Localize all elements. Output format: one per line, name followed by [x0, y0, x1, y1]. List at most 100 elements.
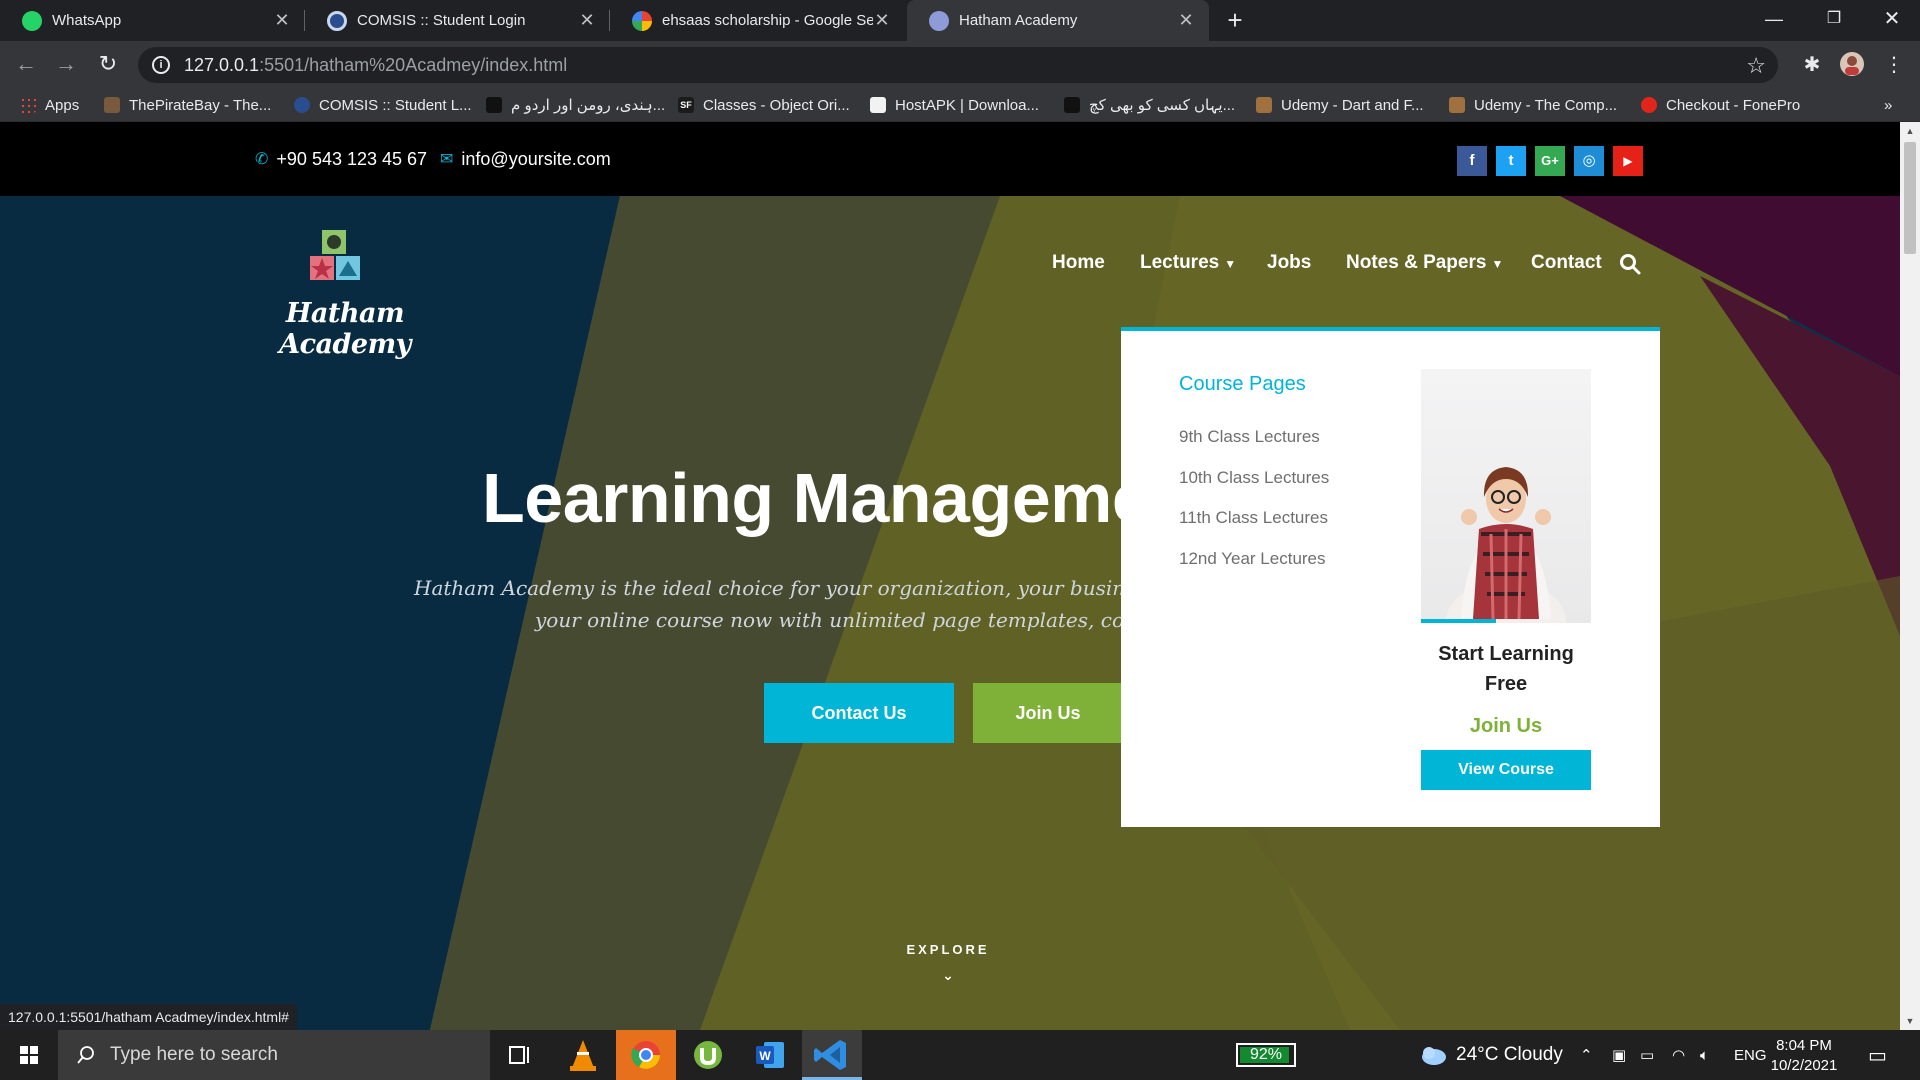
bookmark-item[interactable]: SF Classes - Object Ori...: [678, 88, 850, 122]
dropdown-item-10th[interactable]: 10th Class Lectures: [1179, 468, 1329, 488]
email-contact[interactable]: ✉ info@yoursite.com: [440, 122, 611, 196]
google-plus-icon[interactable]: G+: [1535, 146, 1565, 176]
word-icon[interactable]: W: [740, 1030, 800, 1080]
bookmarks-bar: Apps ThePirateBay - The... COMSIS :: Stu…: [0, 88, 1920, 122]
search-icon: [77, 1046, 94, 1064]
clock[interactable]: 8:04 PM 10/2/2021: [1762, 1036, 1846, 1076]
taskbar-search-input[interactable]: Type here to search: [58, 1030, 490, 1080]
address-bar[interactable]: i 127.0.0.1:5501/hatham%20Acadmey/index.…: [138, 47, 1778, 83]
pirate-icon: [104, 97, 120, 113]
view-course-button[interactable]: View Course: [1421, 750, 1591, 790]
nav-home[interactable]: Home: [1052, 252, 1105, 282]
hero-subtitle-line-1: Hatham Academy is the ideal choice for y…: [414, 576, 1189, 600]
weather-widget[interactable]: 24°C Cloudy: [1418, 1030, 1563, 1080]
google-icon: [632, 10, 652, 31]
nav-notes-papers[interactable]: Notes & Papers ▼: [1346, 252, 1503, 282]
bookmark-star-icon[interactable]: ☆: [1746, 53, 1766, 79]
bookmark-item[interactable]: Udemy - Dart and F...: [1256, 88, 1424, 122]
url-host: 127.0.0.1: [184, 54, 260, 75]
site-logo[interactable]: Hatham Academy: [240, 226, 450, 360]
bookmark-item[interactable]: ThePirateBay - The...: [104, 88, 271, 122]
bookmark-item[interactable]: Udemy - The Comp...: [1449, 88, 1617, 122]
dropdown-item-11th[interactable]: 11th Class Lectures: [1179, 508, 1328, 528]
tab-whatsapp[interactable]: WhatsApp ✕: [0, 0, 305, 41]
comsis-icon: [327, 10, 347, 31]
show-hidden-icons-icon[interactable]: ⌃: [1580, 1030, 1593, 1080]
minimize-icon[interactable]: —: [1746, 0, 1802, 41]
battery-icon[interactable]: ▭: [1640, 1030, 1654, 1080]
extensions-icon[interactable]: ✱: [1798, 51, 1826, 79]
twitter-icon[interactable]: t: [1496, 146, 1526, 176]
bookmark-item[interactable]: HostAPK | Downloa...: [870, 88, 1039, 122]
notifications-icon[interactable]: ▭: [1868, 1030, 1887, 1080]
bookmark-item[interactable]: COMSIS :: Student L...: [294, 88, 472, 122]
cloud-icon: [1422, 1047, 1446, 1065]
nav-contact[interactable]: Contact: [1531, 252, 1602, 282]
close-tab-icon[interactable]: ✕: [273, 10, 291, 31]
card-join-link[interactable]: Join Us: [1421, 715, 1591, 738]
nav-lectures[interactable]: Lectures ▼: [1140, 252, 1236, 282]
close-tab-icon[interactable]: ✕: [873, 10, 891, 31]
whatsapp-icon: [22, 10, 42, 31]
dropdown-item-9th[interactable]: 9th Class Lectures: [1179, 427, 1320, 447]
meet-now-icon[interactable]: ▣: [1612, 1030, 1626, 1080]
phone-icon: ✆: [255, 151, 269, 168]
facebook-icon[interactable]: f: [1457, 146, 1487, 176]
more-menu-icon[interactable]: ⋮: [1880, 51, 1908, 79]
restore-icon[interactable]: ❐: [1806, 0, 1862, 41]
tab-title: ehsaas scholarship - Google Search: [662, 12, 873, 29]
bookmark-item[interactable]: یہاں کسی کو بھی کچ...: [1064, 88, 1235, 122]
wifi-icon[interactable]: ◠: [1672, 1030, 1685, 1080]
hero-subtitle-line-2: your online course now with unlimited pa…: [535, 608, 1184, 632]
close-tab-icon[interactable]: ✕: [578, 10, 596, 31]
back-icon[interactable]: ←: [10, 49, 42, 81]
youtube-icon[interactable]: ▶: [1613, 146, 1643, 176]
windows-start-icon[interactable]: [0, 1030, 58, 1080]
vlc-icon[interactable]: [553, 1030, 613, 1080]
scroll-down-icon[interactable]: ▼: [1900, 1016, 1920, 1026]
instagram-icon[interactable]: ◎: [1574, 146, 1604, 176]
page-scrollbar[interactable]: ▲ ▼: [1900, 122, 1920, 1030]
svg-text:W: W: [759, 1049, 771, 1063]
lectures-dropdown-menu: Course Pages 9th Class Lectures 10th Cla…: [1121, 327, 1660, 827]
envelope-icon: ✉: [440, 151, 454, 168]
tab-title: Hatham Academy: [959, 12, 1078, 29]
join-us-button[interactable]: Join Us: [973, 683, 1123, 743]
scroll-up-icon[interactable]: ▲: [1900, 126, 1920, 136]
clock-date: 10/2/2021: [1770, 1057, 1838, 1074]
forward-icon[interactable]: →: [50, 49, 82, 81]
site-icon: [486, 97, 502, 113]
nav-jobs[interactable]: Jobs: [1267, 252, 1311, 282]
vscode-icon[interactable]: [802, 1030, 862, 1080]
tab-hatham-academy[interactable]: Hatham Academy ✕: [907, 0, 1209, 41]
volume-icon[interactable]: 🔈︎: [1700, 1030, 1709, 1080]
bookmark-item[interactable]: ہندی، رومن اور اردو م...: [486, 88, 665, 122]
close-window-icon[interactable]: ✕: [1864, 0, 1920, 41]
tab-comsis[interactable]: COMSIS :: Student Login ✕: [305, 0, 610, 41]
phone-contact[interactable]: ✆ +90 543 123 45 67: [255, 122, 427, 196]
student-photo: [1446, 467, 1566, 623]
avatar[interactable]: [1838, 51, 1866, 79]
windows-taskbar: Type here to search W 92% 24°C Cloudy ⌃ …: [0, 1030, 1920, 1080]
bookmark-item[interactable]: Checkout - FonePro: [1641, 88, 1800, 122]
tab-google-search[interactable]: ehsaas scholarship - Google Search ✕: [610, 0, 905, 41]
scrollbar-thumb[interactable]: [1904, 142, 1916, 254]
url-path: :5501/hatham%20Acadmey/index.html: [259, 54, 568, 75]
utorrent-icon[interactable]: [678, 1030, 738, 1080]
info-icon[interactable]: i: [152, 56, 170, 74]
search-icon[interactable]: [1618, 252, 1642, 276]
explore-link[interactable]: EXPLORE ⌄: [900, 942, 996, 984]
contact-us-button[interactable]: Contact Us: [764, 683, 954, 743]
reload-icon[interactable]: ↻: [92, 49, 124, 81]
logo-text: Hatham Academy: [279, 298, 411, 360]
dropdown-item-12th[interactable]: 12nd Year Lectures: [1179, 549, 1326, 569]
bookmark-apps[interactable]: Apps: [20, 88, 79, 122]
course-card-image[interactable]: [1421, 369, 1591, 623]
battery-indicator[interactable]: 92%: [1236, 1043, 1296, 1067]
bookmarks-overflow-icon[interactable]: »: [1884, 88, 1892, 122]
site-icon: [1064, 97, 1080, 113]
chrome-icon[interactable]: [616, 1030, 676, 1080]
close-tab-icon[interactable]: ✕: [1177, 10, 1195, 31]
new-tab-icon[interactable]: +: [1220, 6, 1250, 36]
task-view-icon[interactable]: [490, 1030, 550, 1080]
